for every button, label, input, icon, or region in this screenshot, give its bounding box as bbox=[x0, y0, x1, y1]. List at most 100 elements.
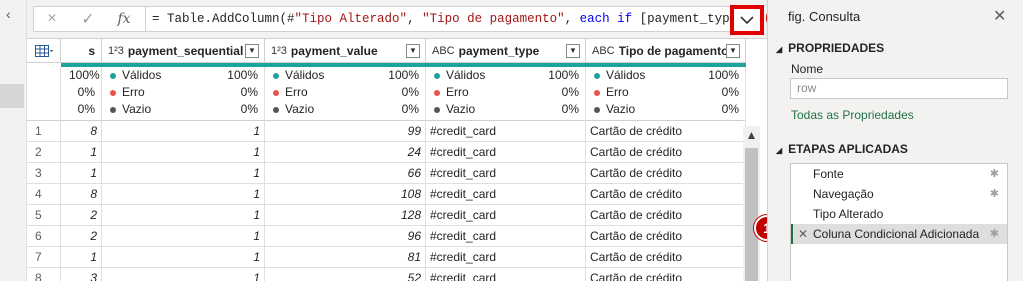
table-cell[interactable]: 66 bbox=[265, 163, 426, 184]
stat-error-pct: 0% bbox=[77, 85, 95, 99]
table-cell[interactable]: #credit_card bbox=[426, 226, 586, 247]
table-cell[interactable]: 1 bbox=[102, 121, 265, 142]
scroll-thumb[interactable] bbox=[745, 148, 758, 281]
table-cell[interactable]: 1 bbox=[102, 226, 265, 247]
filter-dropdown-icon[interactable]: ▼ bbox=[726, 43, 740, 58]
text-type-icon[interactable]: ABC bbox=[592, 45, 615, 57]
row-number[interactable]: 5 bbox=[27, 205, 61, 226]
table-cell[interactable]: 99 bbox=[265, 121, 426, 142]
formula-sep-1: , bbox=[407, 12, 423, 26]
table-cell[interactable]: Cartão de crédito bbox=[586, 247, 746, 268]
chevron-left-icon[interactable]: ‹ bbox=[6, 6, 11, 22]
vertical-scrollbar[interactable]: ▲ bbox=[743, 126, 760, 281]
cancel-icon[interactable]: × bbox=[34, 10, 70, 28]
row-number[interactable]: 3 bbox=[27, 163, 61, 184]
table-cell[interactable]: Cartão de crédito bbox=[586, 184, 746, 205]
step-coluna-condicional-adicionada[interactable]: ✕ Coluna Condicional Adicionada ✱ bbox=[791, 224, 1007, 244]
confirm-icon[interactable]: ✓ bbox=[70, 9, 106, 29]
row-number[interactable]: 2 bbox=[27, 142, 61, 163]
stat-label: Vazio bbox=[122, 102, 152, 116]
table-cell[interactable]: 81 bbox=[265, 247, 426, 268]
table-cell[interactable]: 1 bbox=[102, 184, 265, 205]
table-cell[interactable]: Cartão de crédito bbox=[586, 268, 746, 281]
gear-icon[interactable]: ✱ bbox=[990, 164, 999, 184]
table-cell[interactable]: 96 bbox=[265, 226, 426, 247]
row-number[interactable]: 8 bbox=[27, 268, 61, 281]
stat-label: Válidos bbox=[285, 68, 325, 82]
table-cell[interactable]: 3 bbox=[61, 268, 102, 281]
formula-keyword-if: if bbox=[617, 12, 633, 26]
filter-dropdown-icon[interactable]: ▼ bbox=[406, 43, 420, 58]
step-tipo-alterado[interactable]: Tipo Alterado bbox=[791, 204, 1007, 224]
row-number[interactable]: 7 bbox=[27, 247, 61, 268]
table-cell[interactable]: #credit_card bbox=[426, 205, 586, 226]
table-cell[interactable]: 1 bbox=[61, 247, 102, 268]
column-header-tipo-de-pagamento[interactable]: ABC Tipo de pagamento ▼ bbox=[586, 39, 746, 63]
table-cell[interactable]: #credit_card bbox=[426, 247, 586, 268]
table-cell[interactable]: 1 bbox=[102, 163, 265, 184]
table-cell[interactable]: Cartão de crédito bbox=[586, 163, 746, 184]
gear-icon[interactable]: ✱ bbox=[990, 184, 999, 204]
row-number[interactable]: 4 bbox=[27, 184, 61, 205]
table-menu-button[interactable] bbox=[27, 39, 61, 63]
column-header-payment-value[interactable]: 1²3 payment_value ▼ bbox=[265, 39, 426, 63]
table-cell[interactable]: 1 bbox=[102, 268, 265, 281]
table-cell[interactable]: 1 bbox=[102, 205, 265, 226]
close-icon[interactable]: ✕ bbox=[993, 6, 1006, 26]
properties-header[interactable]: ◢ PROPRIEDADES bbox=[776, 41, 884, 55]
table-cell[interactable]: 8 bbox=[61, 184, 102, 205]
step-navegacao[interactable]: Navegação ✱ bbox=[791, 184, 1007, 204]
table-cell[interactable]: 1 bbox=[61, 163, 102, 184]
scroll-up-icon[interactable]: ▲ bbox=[743, 126, 760, 144]
table-cell[interactable]: 1 bbox=[61, 142, 102, 163]
table-cell[interactable]: #credit_card bbox=[426, 184, 586, 205]
step-fonte[interactable]: Fonte ✱ bbox=[791, 164, 1007, 184]
expand-formula-button[interactable] bbox=[730, 5, 764, 35]
stat-label: Vazio bbox=[285, 102, 315, 116]
table-cell[interactable]: 128 bbox=[265, 205, 426, 226]
all-properties-link[interactable]: Todas as Propriedades bbox=[791, 108, 914, 122]
number-type-icon[interactable]: 1²3 bbox=[271, 45, 287, 57]
stat-label: Vazio bbox=[446, 102, 476, 116]
stat-pct: 100% bbox=[227, 68, 258, 82]
table-cell[interactable]: 24 bbox=[265, 142, 426, 163]
table-cell[interactable]: Cartão de crédito bbox=[586, 121, 746, 142]
query-name-input[interactable]: row bbox=[790, 78, 1008, 99]
table-cell[interactable]: 52 bbox=[265, 268, 426, 281]
table-cell[interactable]: Cartão de crédito bbox=[586, 205, 746, 226]
applied-steps-list: Fonte ✱ Navegação ✱ Tipo Alterado ✕ Coluna … bbox=[790, 163, 1008, 281]
table-cell[interactable]: #credit_card bbox=[426, 142, 586, 163]
column-header-s[interactable]: s bbox=[61, 39, 102, 63]
column-header-payment-type[interactable]: ABC payment_type ▼ bbox=[426, 39, 586, 63]
table-cell[interactable]: 2 bbox=[61, 226, 102, 247]
table-icon bbox=[35, 44, 53, 57]
table-cell[interactable]: #credit_card bbox=[426, 121, 586, 142]
column-header-payment-sequential[interactable]: 1²3 payment_sequential ▼ bbox=[102, 39, 265, 63]
valid-dot-icon bbox=[594, 72, 600, 79]
filter-dropdown-icon[interactable]: ▼ bbox=[566, 43, 580, 58]
data-grid: s 1²3 payment_sequential ▼ 1²3 payment_v… bbox=[27, 38, 767, 281]
gear-icon[interactable]: ✱ bbox=[990, 224, 999, 244]
collapse-triangle-icon[interactable]: ◢ bbox=[776, 146, 782, 155]
table-cell[interactable]: 2 bbox=[61, 205, 102, 226]
row-number[interactable]: 1 bbox=[27, 121, 61, 142]
applied-steps-header[interactable]: ◢ ETAPAS APLICADAS bbox=[776, 142, 908, 156]
table-cell[interactable]: Cartão de crédito bbox=[586, 226, 746, 247]
text-type-icon[interactable]: ABC bbox=[432, 45, 455, 57]
formula-input[interactable]: = Table.AddColumn(#"Tipo Alterado", "Tip… bbox=[145, 6, 759, 32]
collapse-triangle-icon[interactable]: ◢ bbox=[776, 45, 782, 54]
table-cell[interactable]: 108 bbox=[265, 184, 426, 205]
table-cell[interactable]: 1 bbox=[102, 247, 265, 268]
delete-step-icon[interactable]: ✕ bbox=[798, 224, 808, 244]
fx-icon[interactable]: fx bbox=[106, 11, 142, 27]
table-cell[interactable]: #credit_card bbox=[426, 163, 586, 184]
table-cell[interactable]: Cartão de crédito bbox=[586, 142, 746, 163]
table-cell[interactable]: 1 bbox=[102, 142, 265, 163]
filter-dropdown-icon[interactable]: ▼ bbox=[245, 43, 259, 58]
table-cell[interactable]: #credit_card bbox=[426, 268, 586, 281]
number-type-icon[interactable]: 1²3 bbox=[108, 45, 124, 57]
column-name: Tipo de pagamento bbox=[618, 43, 726, 58]
table-cell[interactable]: 8 bbox=[61, 121, 102, 142]
row-number[interactable]: 6 bbox=[27, 226, 61, 247]
chevron-down-icon bbox=[740, 15, 754, 24]
